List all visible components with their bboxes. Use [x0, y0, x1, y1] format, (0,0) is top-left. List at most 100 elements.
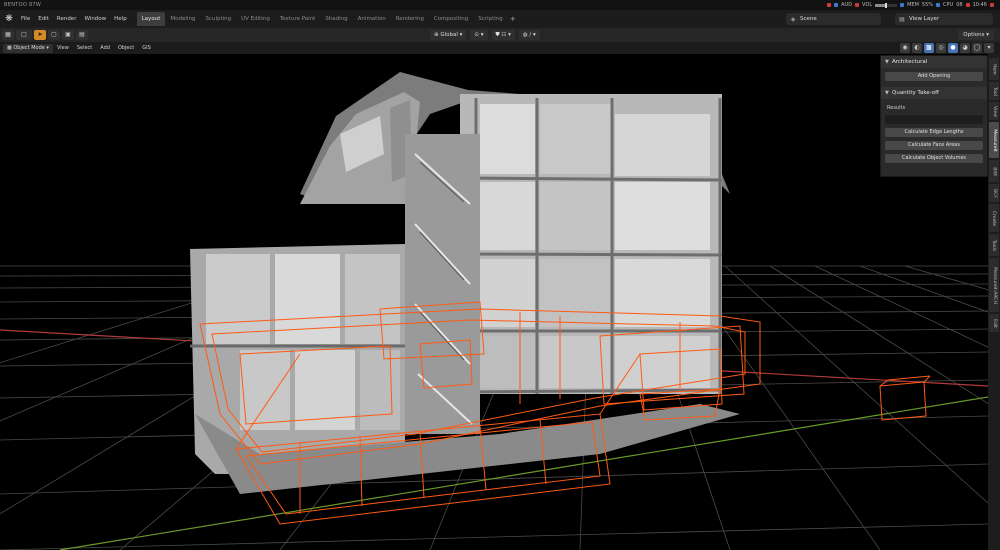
menu-object[interactable]: Object — [114, 42, 138, 54]
system-stats: AUD VOL MEM 55% CPU 08 10:46 — [827, 0, 994, 10]
tab-measureit[interactable]: Measureit — [989, 122, 999, 158]
tab-animation[interactable]: Animation — [353, 12, 391, 26]
tab-shading[interactable]: Shading — [320, 12, 352, 26]
tab-item[interactable]: Item — [989, 58, 999, 80]
section-quantity-takeoff[interactable]: ▼ Quantity Take-off — [881, 87, 987, 99]
select-box-icon[interactable]: □ — [16, 30, 32, 40]
3d-viewport[interactable] — [0, 54, 988, 550]
menu-view[interactable]: View — [53, 42, 73, 54]
object-mode-value: Object Mode — [13, 44, 45, 51]
memory-indicator-icon — [900, 3, 905, 7]
shading-rendered-icon[interactable]: ◯ — [972, 43, 982, 53]
results-field[interactable] — [885, 115, 983, 124]
network-indicator-icon — [834, 3, 839, 7]
sidebar-tabs: Item Tool View Measureit BIM BCF Create … — [988, 54, 1000, 550]
cpu-indicator-icon — [936, 3, 941, 7]
app-title: BENTOO 87W — [4, 2, 42, 8]
tab-tool[interactable]: Tool — [989, 82, 999, 100]
tab-rendering[interactable]: Rendering — [391, 12, 429, 26]
sidebar-panel: ▼ Architectural Add Opening ▼ Quantity T… — [880, 55, 988, 177]
shading-solid-icon[interactable]: ● — [948, 43, 958, 53]
tool-header: ▦ □ ➤ ▢ ▣ ▤ ⊕ Global ▾ ⊙ ▾ ⛊ ☷ ▾ ◍ ∕ ▾ O… — [0, 28, 1000, 42]
scene-selector[interactable]: ◈ Scene — [786, 13, 881, 25]
shading-wireframe-icon[interactable]: ◎ — [936, 43, 946, 53]
calculate-edge-lengths-button[interactable]: Calculate Edge Lengths — [885, 128, 983, 137]
memory-label: MEM — [907, 2, 919, 8]
collapse-caret-icon: ▼ — [885, 90, 889, 96]
editor-type-icon[interactable]: ▦ — [2, 30, 14, 40]
tab-uv-editing[interactable]: UV Editing — [236, 12, 275, 26]
tab-sculpting[interactable]: Sculpting — [200, 12, 236, 26]
clock-indicator-icon — [965, 3, 970, 7]
clock: 10:46 — [972, 2, 987, 8]
xray-icon[interactable]: ▩ — [924, 43, 934, 53]
tab-measureit-arch[interactable]: Measureit-ARCH — [989, 258, 999, 312]
power-indicator-icon[interactable] — [990, 3, 994, 7]
tab-layout[interactable]: Layout — [136, 12, 166, 26]
section-title: Quantity Take-off — [892, 90, 939, 96]
select-subtract-icon[interactable]: ▤ — [76, 30, 88, 40]
calculate-object-volumes-button[interactable]: Calculate Object Volumes — [885, 154, 983, 163]
pivot-point-icon[interactable]: ⊙ ▾ — [470, 30, 488, 40]
transform-orientation-dropdown[interactable]: ⊕ Global ▾ — [430, 30, 467, 40]
blender-logo-icon[interactable]: ❋ — [4, 14, 14, 24]
proportional-edit-icon[interactable]: ◍ ∕ ▾ — [518, 30, 540, 40]
collapse-caret-icon: ▼ — [885, 59, 889, 65]
audio-label: AUD — [841, 2, 853, 8]
select-extend-icon[interactable]: ▣ — [62, 30, 74, 40]
shading-options-icon[interactable]: ▾ — [984, 43, 994, 53]
object-mode-dropdown[interactable]: ▩ Object Mode ▾ — [3, 43, 53, 53]
tab-compositing[interactable]: Compositing — [429, 12, 473, 26]
menu-file[interactable]: File — [17, 10, 34, 28]
cpu-label: CPU — [943, 2, 954, 8]
view-layer-name: View Layer — [909, 16, 940, 22]
overlays-icon[interactable]: ◐ — [912, 43, 922, 53]
tab-bim[interactable]: BIM — [989, 160, 999, 182]
add-opening-button[interactable]: Add Opening — [885, 72, 983, 81]
tab-view[interactable]: View — [989, 102, 999, 120]
tab-scripting[interactable]: Scripting — [473, 12, 507, 26]
audio-indicator-icon — [855, 3, 860, 7]
menu-edit[interactable]: Edit — [34, 10, 53, 28]
menu-help[interactable]: Help — [110, 10, 131, 28]
menu-add[interactable]: Add — [96, 42, 114, 54]
volume-label: VOL — [862, 2, 873, 8]
select-mode-icon[interactable]: ▢ — [48, 30, 60, 40]
calculate-face-areas-button[interactable]: Calculate Face Areas — [885, 141, 983, 150]
menu-select[interactable]: Select — [73, 42, 96, 54]
tab-modeling[interactable]: Modeling — [165, 12, 200, 26]
viewport-scene — [0, 72, 988, 550]
shading-material-icon[interactable]: ◕ — [960, 43, 970, 53]
volume-slider[interactable] — [875, 2, 898, 8]
transform-orientation-value: Global — [440, 32, 458, 38]
tab-texture-paint[interactable]: Texture Paint — [275, 12, 321, 26]
top-bar: ❋ File Edit Render Window Help Layout Mo… — [0, 10, 1000, 28]
scene-icon: ◈ — [790, 15, 796, 23]
snap-icon[interactable]: ⛊ ☷ ▾ — [491, 30, 515, 40]
workspace-tabs: Layout Modeling Sculpting UV Editing Tex… — [136, 12, 518, 26]
tab-create[interactable]: Create — [989, 204, 999, 232]
tab-edit[interactable]: Edit — [989, 314, 999, 332]
building-model[interactable] — [190, 72, 740, 494]
results-label: Results — [887, 105, 906, 111]
options-button[interactable]: Options ▾ — [958, 30, 994, 40]
status-strip: BENTOO 87W AUD VOL MEM 55% CPU 08 10:46 — [0, 0, 1000, 10]
cursor-tool-icon[interactable]: ➤ — [34, 30, 46, 40]
scene-name: Scene — [800, 16, 817, 22]
viewport-visibility-icon[interactable]: ◉ — [900, 43, 910, 53]
menu-window[interactable]: Window — [80, 10, 110, 28]
section-architectural[interactable]: ▼ Architectural — [881, 56, 987, 68]
cpu-value: 08 — [956, 2, 963, 8]
add-workspace-button[interactable]: + — [508, 12, 518, 26]
tab-bcf[interactable]: BCF — [989, 184, 999, 202]
transform-controls: ⊕ Global ▾ ⊙ ▾ ⛊ ☷ ▾ ◍ ∕ ▾ — [430, 30, 540, 40]
view-layer-icon: ▤ — [899, 15, 905, 23]
record-indicator-icon — [827, 3, 832, 7]
view-layer-selector[interactable]: ▤ View Layer — [895, 13, 993, 25]
menu-render[interactable]: Render — [53, 10, 81, 28]
shading-controls: ◉ ◐ ▩ ◎ ● ◕ ◯ ▾ — [900, 43, 994, 53]
tab-tools[interactable]: Tools — [989, 234, 999, 256]
menu-gis[interactable]: GIS — [138, 42, 155, 54]
section-title: Architectural — [892, 59, 928, 65]
memory-value: 55% — [921, 2, 934, 8]
